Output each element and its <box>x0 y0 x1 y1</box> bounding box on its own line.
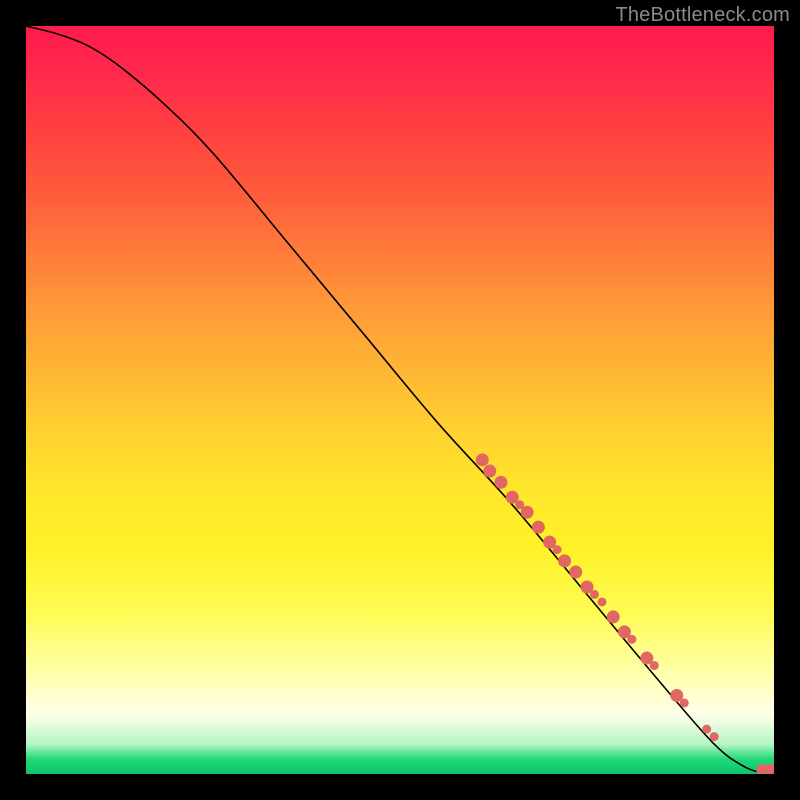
data-point <box>650 661 659 670</box>
bottleneck-curve <box>26 26 774 774</box>
chart-stage: TheBottleneck.com <box>0 0 800 800</box>
data-point <box>558 554 571 567</box>
data-point <box>710 732 719 741</box>
data-point <box>627 635 636 644</box>
chart-overlay <box>26 26 774 774</box>
plot-area <box>26 26 774 774</box>
data-point <box>597 597 606 606</box>
data-point <box>532 521 545 534</box>
data-point <box>483 465 496 478</box>
data-point <box>494 476 507 489</box>
data-point <box>553 545 562 554</box>
data-point <box>680 698 689 707</box>
data-point <box>702 725 711 734</box>
data-points <box>476 453 774 774</box>
data-point <box>569 566 582 579</box>
watermark-text: TheBottleneck.com <box>615 4 790 27</box>
data-point <box>521 506 534 519</box>
data-point <box>476 453 489 466</box>
data-point <box>590 590 599 599</box>
data-point <box>607 610 620 623</box>
